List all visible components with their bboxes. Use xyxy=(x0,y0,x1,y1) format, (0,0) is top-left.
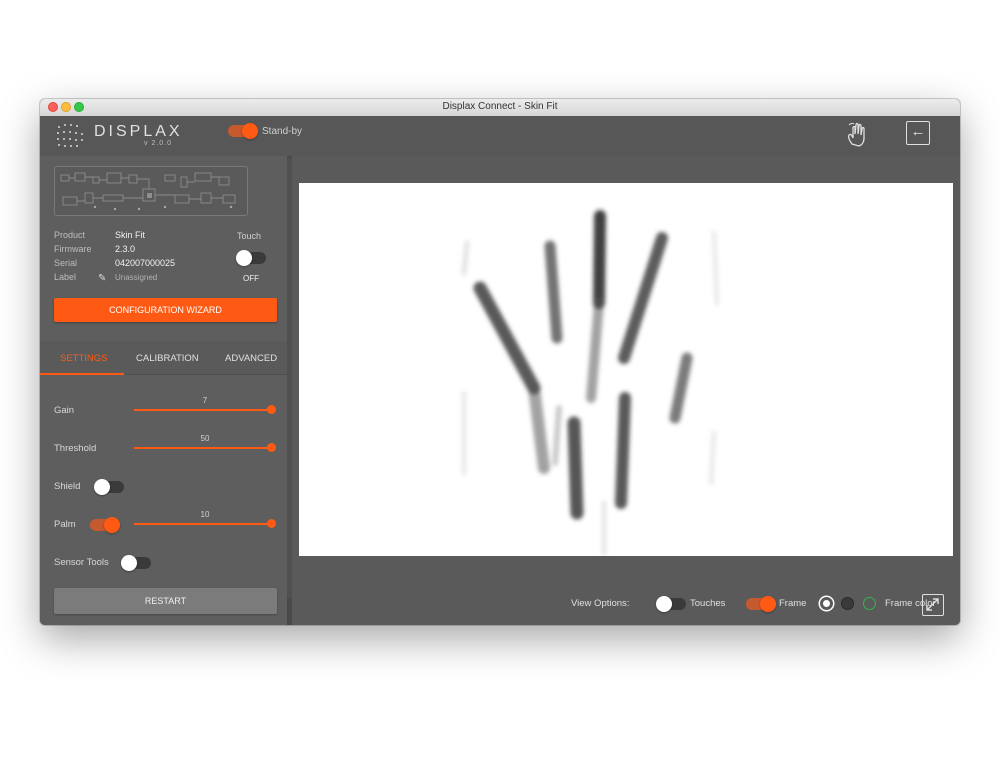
shield-toggle[interactable] xyxy=(94,479,124,495)
serial-value: 042007000025 xyxy=(115,258,176,268)
gain-slider-thumb[interactable] xyxy=(267,405,276,414)
touch-toggle[interactable] xyxy=(236,250,266,266)
toggle-knob xyxy=(242,123,258,139)
frame-label: Frame xyxy=(779,598,807,609)
restart-button[interactable]: RESTART xyxy=(54,588,277,614)
toggle-knob xyxy=(760,596,776,612)
frame-color-black[interactable] xyxy=(841,597,854,610)
label-label: Label xyxy=(54,272,77,282)
app-window: Displax Connect - Skin Fit DISPLAX v 2.0… xyxy=(40,99,960,625)
toggle-knob xyxy=(94,479,110,495)
frame-toggle[interactable] xyxy=(746,596,776,612)
title-bar: Displax Connect - Skin Fit xyxy=(40,99,960,117)
threshold-value: 50 xyxy=(200,434,210,443)
app-header: DISPLAX v 2.0.0 Stand-by ← xyxy=(40,116,960,156)
tab-calibration[interactable]: CALIBRATION xyxy=(136,353,199,364)
toggle-knob xyxy=(656,596,672,612)
logo-text: DISPLAX xyxy=(94,123,183,140)
frame-color-white[interactable] xyxy=(820,597,833,610)
palm-slider-track[interactable] xyxy=(134,523,272,525)
palm-label: Palm xyxy=(54,519,76,530)
toggle-knob xyxy=(104,517,120,533)
sensor-tools-label: Sensor Tools xyxy=(54,557,109,568)
sensor-tools-toggle[interactable] xyxy=(121,555,151,571)
fullscreen-button[interactable] xyxy=(922,594,944,616)
view-options-label: View Options: xyxy=(571,598,630,609)
exit-button[interactable]: ← xyxy=(906,121,930,145)
threshold-slider-thumb[interactable] xyxy=(267,443,276,452)
toggle-knob xyxy=(121,555,137,571)
toggle-knob xyxy=(236,250,252,266)
touch-hand-icon[interactable] xyxy=(846,122,868,148)
product-value: Skin Fit xyxy=(115,230,146,240)
window-title: Displax Connect - Skin Fit xyxy=(442,101,558,112)
touches-label: Touches xyxy=(690,598,726,609)
touch-state: OFF xyxy=(243,274,259,283)
logo-dots-icon xyxy=(57,124,83,147)
main-panel: View Options: Touches Frame Frame color xyxy=(292,156,960,625)
palm-value: 10 xyxy=(200,510,210,519)
standby-label: Stand-by xyxy=(262,126,303,137)
threshold-label: Threshold xyxy=(54,443,97,454)
gain-slider-track[interactable] xyxy=(134,409,272,411)
gain-label: Gain xyxy=(54,405,75,416)
sensor-frame-canvas xyxy=(299,183,953,556)
touches-toggle[interactable] xyxy=(656,596,686,612)
frame-color-green[interactable] xyxy=(863,597,876,610)
active-tab-indicator xyxy=(40,373,124,375)
arrow-left-icon: ← xyxy=(910,123,926,140)
expand-icon xyxy=(926,598,939,611)
sidebar: Product Skin Fit Firmware 2.3.0 Serial 0… xyxy=(40,156,287,625)
product-label: Product xyxy=(54,230,86,240)
shield-label: Shield xyxy=(54,481,81,492)
circuit-board-icon xyxy=(60,172,236,211)
version-label: v 2.0.0 xyxy=(144,140,173,147)
firmware-value: 2.3.0 xyxy=(115,244,136,254)
serial-label: Serial xyxy=(54,258,78,268)
tab-advanced[interactable]: ADVANCED xyxy=(225,353,277,364)
configuration-wizard-button[interactable]: CONFIGURATION WIZARD xyxy=(54,298,277,322)
threshold-slider-track[interactable] xyxy=(134,447,272,449)
palm-slider-thumb[interactable] xyxy=(267,519,276,528)
palm-toggle[interactable] xyxy=(90,517,120,533)
tab-settings[interactable]: SETTINGS xyxy=(60,353,108,364)
device-board-image xyxy=(54,166,248,216)
pencil-icon[interactable]: ✎ xyxy=(98,273,106,284)
standby-toggle[interactable] xyxy=(228,123,258,139)
touch-title: Touch xyxy=(237,231,262,241)
gain-value: 7 xyxy=(202,396,208,405)
hand-heatmap-image xyxy=(461,210,720,556)
label-value[interactable]: Unassigned xyxy=(115,273,157,282)
firmware-label: Firmware xyxy=(54,244,92,254)
